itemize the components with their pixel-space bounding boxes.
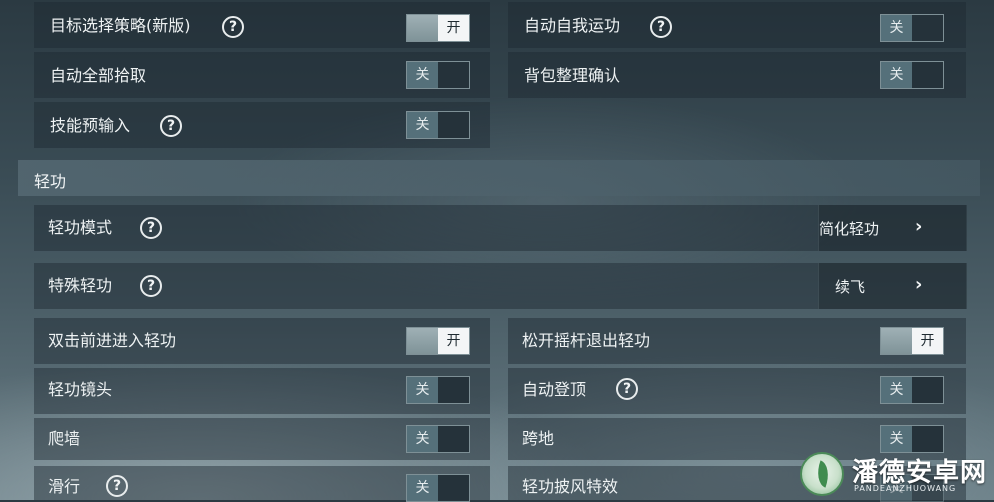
toggle-bag-sort-confirm[interactable]: 关: [880, 61, 944, 89]
toggle-wall-climb[interactable]: 关: [406, 425, 470, 453]
help-icon[interactable]: ?: [616, 378, 638, 400]
row-skill-preinput: 技能预输入 ? 关: [34, 102, 490, 148]
toggle-state: 关: [407, 377, 438, 403]
row-wall-climb: 爬墙 关: [34, 418, 490, 460]
chevron-right-icon: ›: [915, 274, 923, 295]
row-auto-self-exercise: 自动自我运功 ? 关: [508, 2, 966, 48]
row-label: 自动自我运功: [524, 16, 621, 35]
toggle-thumb: [912, 377, 943, 403]
toggle-skill-preinput[interactable]: 关: [406, 111, 470, 139]
section-title: 轻功: [34, 172, 67, 191]
row-label: 双击前进进入轻功: [48, 331, 177, 350]
row-bag-sort-confirm: 背包整理确认 关: [508, 52, 966, 98]
toggle-state: 关: [407, 112, 438, 138]
toggle-release-joystick-exit[interactable]: 开: [880, 327, 944, 355]
toggle-thumb: [912, 15, 943, 41]
row-label: 自动登顶: [522, 380, 587, 399]
row-label: 跨地: [522, 429, 555, 448]
row-double-tap-forward: 双击前进进入轻功 开: [34, 318, 490, 364]
toggle-state: 关: [881, 62, 912, 88]
row-label: 特殊轻功: [48, 276, 113, 295]
section-header-qinggong: 轻功: [18, 160, 980, 196]
help-icon[interactable]: ?: [140, 217, 162, 239]
row-glide: 滑行 ? 关: [34, 466, 490, 502]
row-target-strategy: 目标选择策略(新版) ? 开: [34, 2, 490, 48]
toggle-glide[interactable]: 关: [406, 474, 470, 502]
toggle-auto-self-exercise[interactable]: 关: [880, 14, 944, 42]
special-qinggong-selector[interactable]: 续飞 ›: [818, 263, 967, 309]
toggle-state: 关: [881, 377, 912, 403]
row-label: 目标选择策略(新版): [50, 16, 191, 35]
toggle-state: 开: [438, 15, 469, 41]
row-label: 松开摇杆退出轻功: [522, 331, 651, 350]
toggle-thumb: [438, 426, 469, 452]
chevron-right-icon: ›: [915, 216, 923, 237]
row-label: 自动全部拾取: [50, 66, 147, 85]
help-icon[interactable]: ?: [650, 16, 672, 38]
row-qinggong-camera: 轻功镜头 关: [34, 368, 490, 414]
row-auto-climb-top: 自动登顶 ? 关: [508, 368, 966, 414]
toggle-thumb: [407, 328, 438, 354]
qinggong-mode-value: 简化轻功: [819, 220, 880, 238]
toggle-thumb: [881, 328, 912, 354]
row-label: 滑行: [48, 477, 81, 496]
toggle-qinggong-camera[interactable]: 关: [406, 376, 470, 404]
toggle-thumb: [438, 112, 469, 138]
toggle-state: 开: [438, 328, 469, 354]
help-icon[interactable]: ?: [160, 115, 182, 137]
row-label: 轻功模式: [48, 218, 113, 237]
row-label: 轻功镜头: [48, 380, 113, 399]
help-icon[interactable]: ?: [106, 475, 128, 497]
toggle-state: 关: [407, 426, 438, 452]
watermark-subtitle: PANDEANZHUOWANG: [854, 484, 957, 493]
watermark: 潘德安卓网 PANDEANZHUOWANG: [796, 448, 994, 500]
help-icon[interactable]: ?: [140, 275, 162, 297]
special-qinggong-value: 续飞: [835, 278, 866, 296]
row-label: 技能预输入: [50, 116, 131, 135]
toggle-state: 关: [407, 475, 438, 501]
toggle-thumb: [438, 62, 469, 88]
qinggong-mode-selector[interactable]: 简化轻功 ›: [818, 205, 967, 251]
toggle-state: 开: [912, 328, 943, 354]
watermark-logo-icon: [800, 452, 844, 496]
toggle-state: 关: [407, 62, 438, 88]
toggle-thumb: [407, 15, 438, 41]
toggle-thumb: [438, 475, 469, 501]
toggle-double-tap-forward[interactable]: 开: [406, 327, 470, 355]
row-auto-loot-all: 自动全部拾取 关: [34, 52, 490, 98]
help-icon[interactable]: ?: [222, 16, 244, 38]
toggle-thumb: [912, 62, 943, 88]
toggle-auto-climb-top[interactable]: 关: [880, 376, 944, 404]
toggle-target-strategy[interactable]: 开: [406, 14, 470, 42]
toggle-state: 关: [881, 15, 912, 41]
row-release-joystick-exit: 松开摇杆退出轻功 开: [508, 318, 966, 364]
toggle-auto-loot-all[interactable]: 关: [406, 61, 470, 89]
row-label: 背包整理确认: [524, 66, 621, 85]
row-label: 轻功披风特效: [522, 477, 619, 496]
toggle-thumb: [438, 377, 469, 403]
row-label: 爬墙: [48, 429, 81, 448]
